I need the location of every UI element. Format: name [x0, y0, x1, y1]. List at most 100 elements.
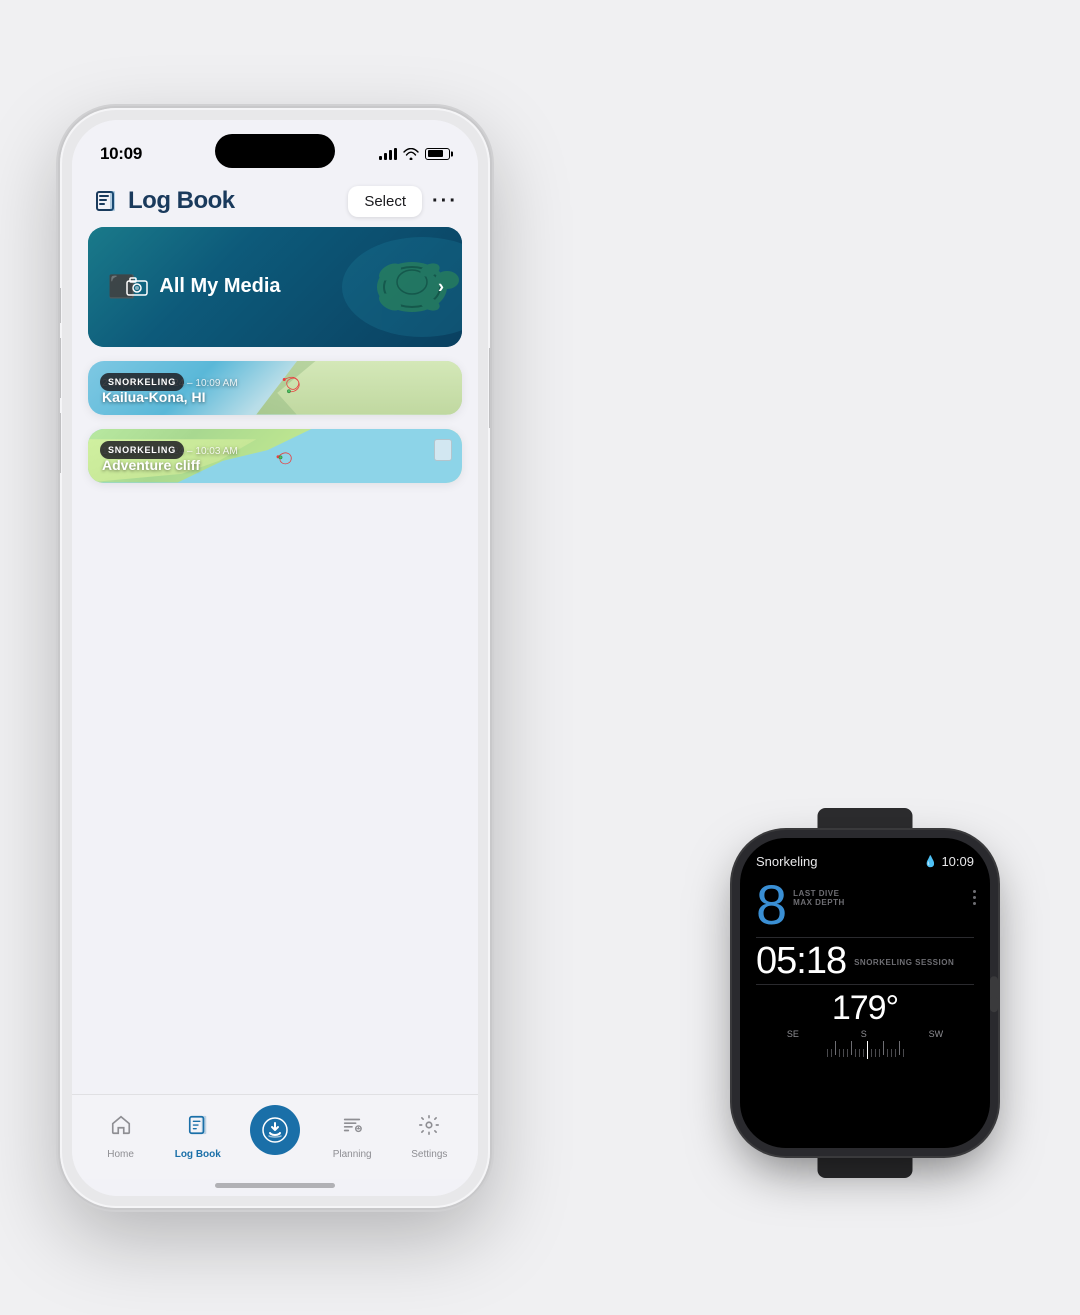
tick-18 — [895, 1049, 896, 1057]
settings-icon — [418, 1114, 440, 1136]
navigation-header: Log Book Select ··· — [72, 174, 478, 227]
planning-icon-wrap — [332, 1105, 372, 1145]
tick-7 — [851, 1041, 852, 1055]
watch-activity-label: Snorkeling — [756, 854, 817, 869]
watch-time-group: 💧 10:09 — [924, 854, 974, 869]
depth-section: 8 LAST DIVE MAX DEPTH — [756, 877, 974, 933]
depth-labels: LAST DIVE MAX DEPTH — [793, 889, 845, 907]
divider-1 — [756, 937, 974, 938]
chevron-right-icon: › — [438, 276, 444, 297]
watch-body: Snorkeling 💧 10:09 8 LAST DIVE — [740, 838, 990, 1148]
tab-home-label: Home — [107, 1149, 134, 1160]
select-button[interactable]: Select — [348, 186, 422, 217]
tick-20 — [903, 1049, 904, 1057]
logbook-icon-wrap — [178, 1105, 218, 1145]
dive-icon — [262, 1117, 288, 1143]
settings-icon-wrap — [409, 1105, 449, 1145]
tab-bar: Home Log Book — [72, 1094, 478, 1179]
session-time-value: 05:18 — [756, 942, 846, 980]
water-drop-icon: 💧 — [924, 855, 938, 868]
tick-1 — [827, 1049, 828, 1057]
status-time: 10:09 — [100, 144, 142, 164]
tick-10 — [863, 1049, 864, 1057]
signal-bar-1 — [379, 156, 382, 160]
depth-label-2: MAX DEPTH — [793, 898, 845, 907]
watch-screen: Snorkeling 💧 10:09 8 LAST DIVE — [740, 838, 990, 1148]
tick-8 — [855, 1049, 856, 1057]
dive-icon-wrap — [250, 1105, 300, 1155]
media-banner[interactable]: ⬛ All My Media › — [88, 227, 462, 347]
planning-icon — [341, 1114, 363, 1136]
tick-16 — [887, 1049, 888, 1057]
media-title: All My Media — [159, 275, 280, 298]
wifi-icon — [403, 148, 419, 160]
divider-2 — [756, 984, 974, 985]
compass-direction-labels: SE S SW — [756, 1029, 974, 1039]
compass-section: 179° SE S SW — [756, 991, 974, 1061]
tick-14 — [879, 1049, 880, 1057]
watch-menu-dots — [973, 890, 976, 905]
watch-side-button[interactable] — [990, 996, 998, 1012]
tick-3 — [835, 1041, 836, 1055]
heading-value: 179° — [832, 991, 898, 1025]
tick-center — [867, 1041, 868, 1059]
nav-title-group: Log Book — [92, 187, 235, 215]
iphone-screen: 10:09 — [72, 120, 478, 1196]
apple-watch: Snorkeling 💧 10:09 8 LAST DIVE — [710, 808, 1020, 1178]
dive-location-overlay-2: Adventure cliff — [102, 457, 238, 473]
dynamic-island — [215, 134, 335, 168]
signal-bar-2 — [384, 153, 387, 160]
signal-bar-3 — [389, 150, 392, 160]
volume-down-button[interactable] — [60, 413, 61, 473]
compass-tick-bar — [756, 1041, 974, 1061]
compass-se-label: SE — [787, 1029, 799, 1039]
page-title: Log Book — [128, 187, 235, 215]
tab-planning[interactable]: Planning — [320, 1105, 385, 1160]
depth-label-1: LAST DIVE — [793, 889, 845, 898]
snorkeling-badge-2: SNORKELING — [100, 441, 184, 459]
home-icon-wrap — [101, 1105, 141, 1145]
tab-settings-label: Settings — [411, 1149, 447, 1160]
tick-19 — [899, 1041, 900, 1055]
sleep-wake-button[interactable] — [489, 348, 490, 428]
iphone-frame: 10:09 — [60, 108, 490, 1208]
dot-2 — [973, 896, 976, 899]
tab-planning-label: Planning — [333, 1149, 372, 1160]
home-icon — [110, 1114, 132, 1136]
tick-12 — [871, 1049, 872, 1057]
tab-settings[interactable]: Settings — [397, 1105, 462, 1160]
app-content: Log Book Select ··· — [72, 174, 478, 1196]
tick-2 — [831, 1049, 832, 1057]
nav-actions: Select ··· — [348, 186, 458, 217]
snorkeling-badge-1: SNORKELING — [100, 373, 184, 391]
tick-6 — [847, 1049, 848, 1057]
mute-switch — [60, 288, 61, 323]
tick-17 — [891, 1049, 892, 1057]
media-icon — [125, 277, 149, 297]
session-section: 05:18 SNORKELING SESSION — [756, 942, 974, 980]
dive-card-2[interactable]: SNORKELING 1 September 2024 – 10:03 AM A… — [88, 429, 462, 483]
dive-location-overlay-1: Kailua-Kona, HI — [102, 389, 238, 405]
device-icon-2 — [434, 439, 452, 461]
tick-9 — [859, 1049, 860, 1057]
volume-up-button[interactable] — [60, 338, 61, 398]
scroll-content: ⬛ All My Media › — [72, 227, 478, 1094]
home-indicator — [215, 1183, 335, 1188]
status-icons — [379, 148, 450, 160]
scene: 10:09 — [60, 58, 1020, 1258]
dive-card-1[interactable]: SNORKELING 2 September 2024 – 10:09 AM K… — [88, 361, 462, 415]
signal-bar-4 — [394, 148, 397, 160]
compass-bar: SE S SW — [756, 1029, 974, 1061]
tab-logbook[interactable]: Log Book — [165, 1105, 230, 1160]
media-banner-content: ⬛ All My Media — [88, 227, 301, 347]
depth-value: 8 — [756, 877, 785, 933]
battery-fill — [428, 150, 443, 157]
dive-card-map-1: SNORKELING 2 September 2024 – 10:09 AM K… — [88, 361, 462, 415]
compass-ticks — [756, 1041, 974, 1059]
tick-5 — [843, 1049, 844, 1057]
tab-logbook-label: Log Book — [175, 1149, 221, 1160]
tab-home[interactable]: Home — [88, 1105, 153, 1160]
watch-header: Snorkeling 💧 10:09 — [756, 854, 974, 869]
more-button[interactable]: ··· — [432, 190, 458, 213]
tab-dive[interactable] — [242, 1105, 307, 1159]
